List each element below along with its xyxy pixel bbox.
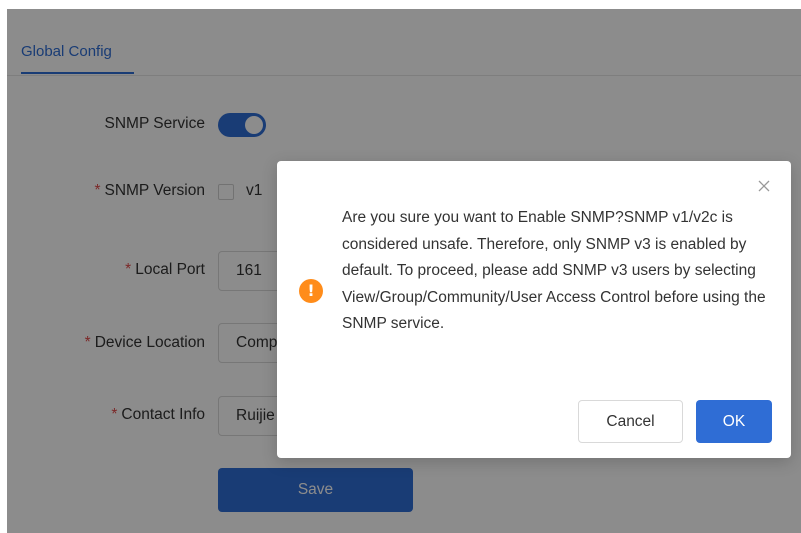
dialog-message: Are you sure you want to Enable SNMP?SNM… (342, 209, 766, 332)
warning-icon: ! (299, 279, 323, 303)
close-icon[interactable] (757, 179, 771, 193)
ok-button[interactable]: OK (696, 400, 772, 443)
confirm-dialog: ! Are you sure you want to Enable SNMP?S… (277, 161, 791, 458)
cancel-button[interactable]: Cancel (578, 400, 683, 443)
